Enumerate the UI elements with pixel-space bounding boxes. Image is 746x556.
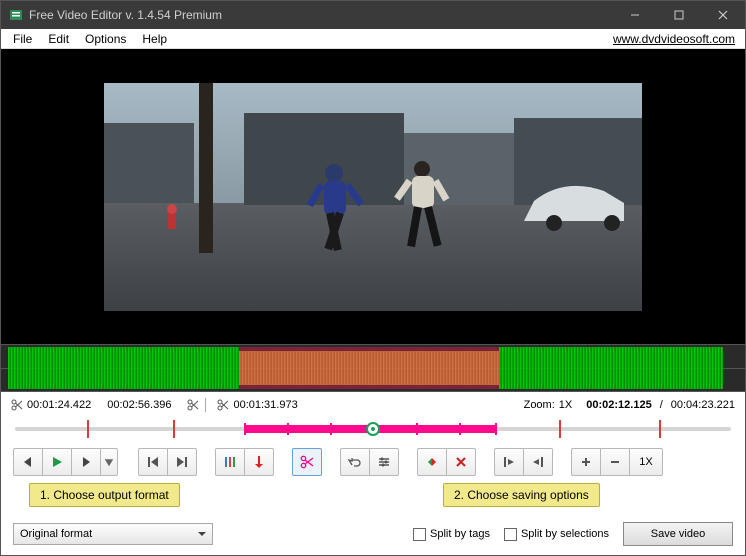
video-frame[interactable] <box>104 83 642 311</box>
time-sep: / <box>660 399 663 411</box>
window-title: Free Video Editor v. 1.4.54 Premium <box>29 8 613 22</box>
menu-help[interactable]: Help <box>134 30 175 48</box>
zoom-out-button[interactable] <box>600 448 630 476</box>
selection-info-row: 00:01:24.422 00:02:56.396 00:01:31.973 Z… <box>1 392 745 414</box>
close-button[interactable] <box>701 1 745 29</box>
delete-selection-button[interactable] <box>446 448 476 476</box>
bottom-bar: Original format Split by tags Split by s… <box>1 521 745 547</box>
hint-saving-options: 2. Choose saving options <box>443 483 600 507</box>
zoom-value: 1X <box>559 399 572 411</box>
titlebar: Free Video Editor v. 1.4.54 Premium <box>1 1 745 29</box>
more-playback-button[interactable] <box>100 448 118 476</box>
invert-selection-button[interactable] <box>417 448 447 476</box>
selection-start: 00:01:24.422 <box>27 399 91 411</box>
step-back-button[interactable] <box>13 448 43 476</box>
scissors-icon <box>11 399 23 411</box>
current-time: 00:02:12.125 <box>586 399 651 411</box>
hint-output-format: 1. Choose output format <box>29 483 180 507</box>
speed-button[interactable]: 1X <box>629 448 663 476</box>
next-marker-button[interactable] <box>167 448 197 476</box>
menubar: File Edit Options Help www.dvdvideosoft.… <box>1 29 745 49</box>
app-icon <box>9 8 23 22</box>
set-marker-button[interactable] <box>244 448 274 476</box>
timeline[interactable] <box>15 418 731 440</box>
toolbar: 1X <box>1 446 745 482</box>
website-link[interactable]: www.dvdvideosoft.com <box>613 32 735 46</box>
output-format-value: Original format <box>20 528 92 540</box>
selection-duration: 00:01:31.973 <box>233 399 297 411</box>
prev-marker-button[interactable] <box>138 448 168 476</box>
playhead[interactable] <box>366 422 380 436</box>
split-by-tags-checkbox[interactable]: Split by tags <box>413 528 490 541</box>
menu-file[interactable]: File <box>5 30 40 48</box>
zoom-in-button[interactable] <box>571 448 601 476</box>
total-time: 00:04:23.221 <box>671 399 735 411</box>
maximize-button[interactable] <box>657 1 701 29</box>
cut-button[interactable] <box>292 448 322 476</box>
trim-start-button[interactable] <box>494 448 524 476</box>
settings-button[interactable] <box>369 448 399 476</box>
scissors-icon <box>187 399 199 411</box>
play-button[interactable] <box>42 448 72 476</box>
menu-options[interactable]: Options <box>77 30 134 48</box>
step-forward-button[interactable] <box>71 448 101 476</box>
undo-button[interactable] <box>340 448 370 476</box>
zoom-label: Zoom: <box>524 399 555 411</box>
selection-end: 00:02:56.396 <box>107 399 171 411</box>
minimize-button[interactable] <box>613 1 657 29</box>
menu-edit[interactable]: Edit <box>40 30 77 48</box>
waveform[interactable] <box>1 344 745 392</box>
markers-button[interactable] <box>215 448 245 476</box>
scissors-icon <box>217 399 229 411</box>
output-format-combo[interactable]: Original format <box>13 523 213 545</box>
save-video-button[interactable]: Save video <box>623 522 733 546</box>
split-by-selections-checkbox[interactable]: Split by selections <box>504 528 609 541</box>
trim-end-button[interactable] <box>523 448 553 476</box>
video-preview-area <box>1 49 745 344</box>
